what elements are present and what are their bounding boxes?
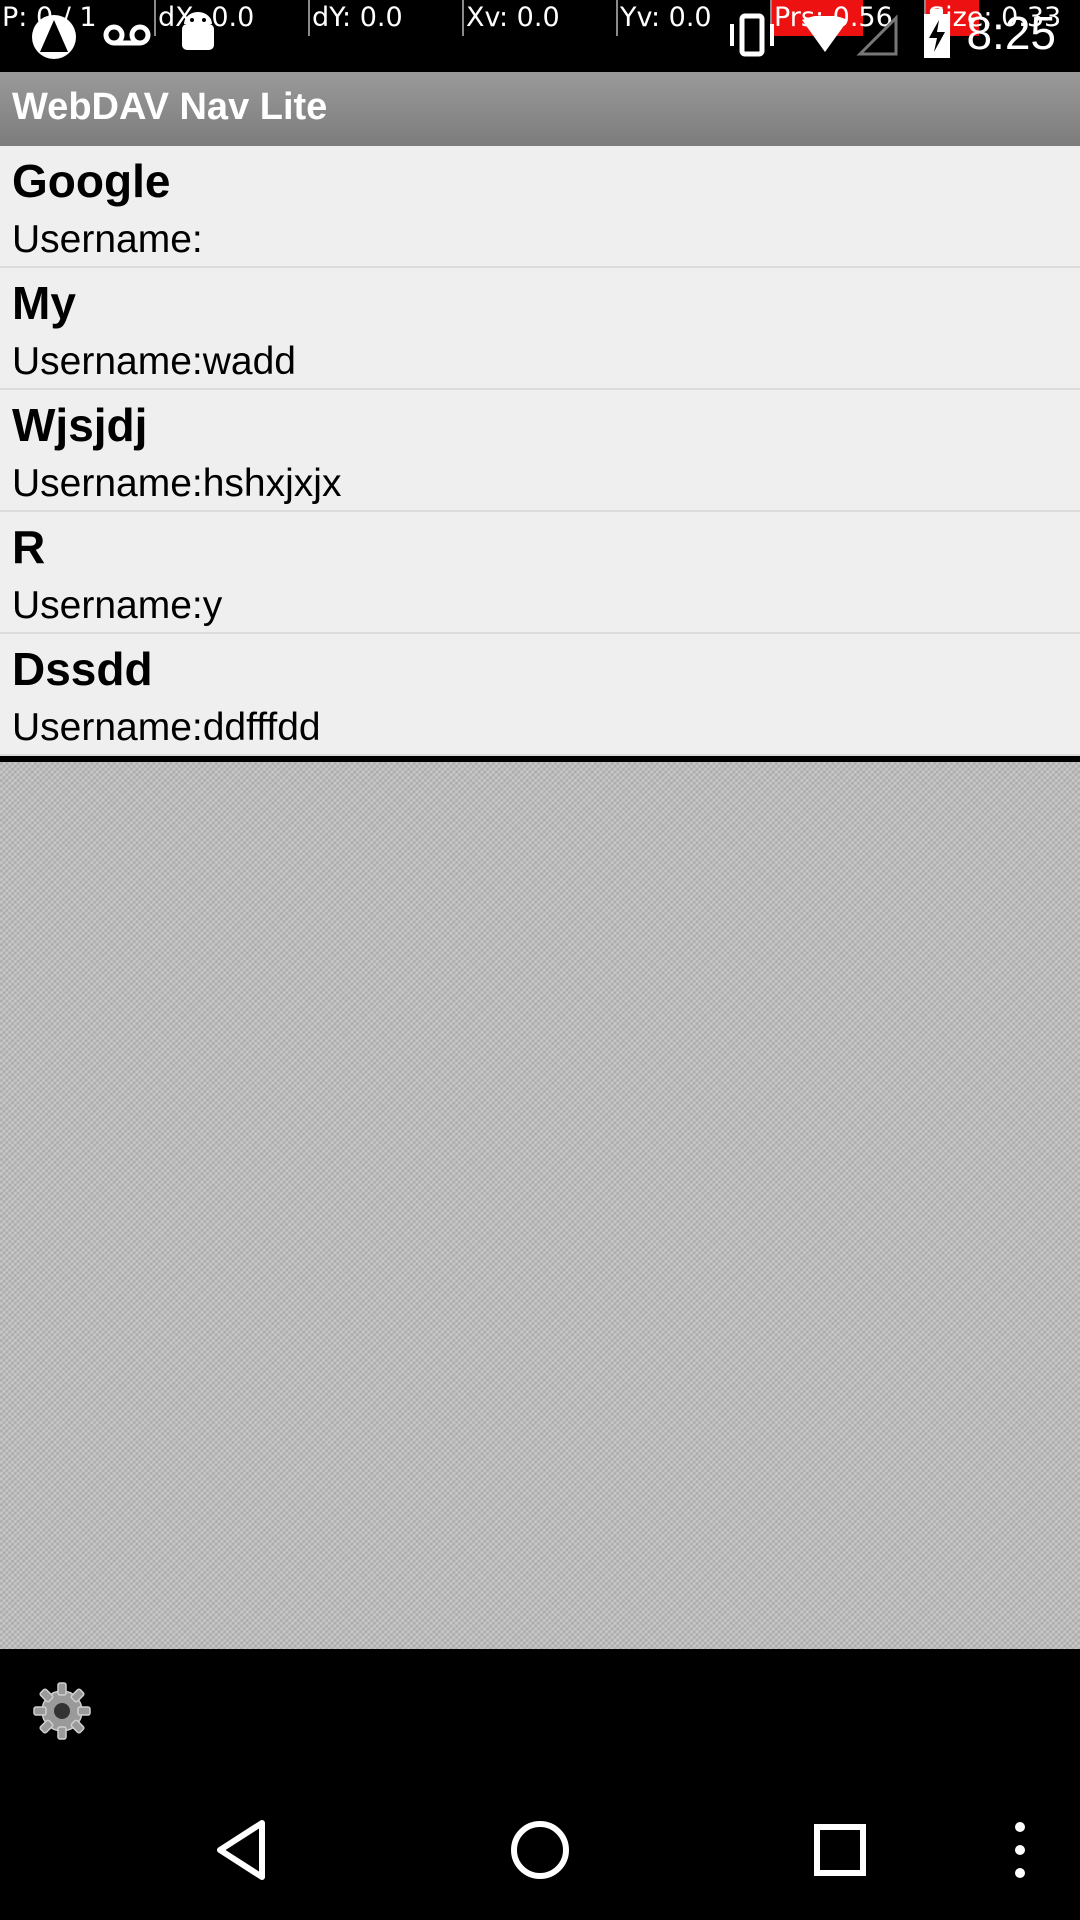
server-username: Username:hshxjxjx xyxy=(12,462,342,505)
server-name: Dssdd xyxy=(12,643,153,695)
debug-xv: Xv: 0.0 xyxy=(462,0,616,36)
server-name: Google xyxy=(12,155,171,207)
back-icon[interactable] xyxy=(210,1815,272,1885)
battery-charging-icon xyxy=(924,9,950,58)
server-name: Wjsjdj xyxy=(12,399,148,451)
server-username: Username:wadd xyxy=(12,340,296,383)
server-username: Username: xyxy=(12,218,203,261)
list-item[interactable]: Google Username: xyxy=(0,146,1080,268)
server-name: My xyxy=(12,277,76,329)
list-item[interactable]: R Username:y xyxy=(0,512,1080,634)
status-bar: P: 0 / 1 dX: 0.0 dY: 0.0 Xv: 0.0 Yv: 0.0… xyxy=(0,0,1080,72)
list-item[interactable]: Dssdd Username:ddfffdd xyxy=(0,634,1080,756)
navigation-bar xyxy=(0,1779,1080,1920)
pointer-debug-bar: P: 0 / 1 dX: 0.0 dY: 0.0 Xv: 0.0 Yv: 0.0… xyxy=(0,0,1080,36)
server-username: Username:ddfffdd xyxy=(12,706,321,749)
android-icon xyxy=(182,12,214,50)
server-name: R xyxy=(12,521,46,573)
server-list: Google Username: My Username:wadd Wjsjdj… xyxy=(0,146,1080,756)
signal-icon xyxy=(856,14,898,56)
gear-icon[interactable] xyxy=(30,1679,94,1743)
recents-icon[interactable] xyxy=(810,1815,870,1885)
app-title-bar: WebDAV Nav Lite xyxy=(0,72,1080,146)
list-background xyxy=(0,762,1080,1649)
server-username: Username:y xyxy=(12,584,223,627)
vibrate-icon xyxy=(730,13,774,57)
wifi-icon xyxy=(802,16,848,52)
list-item[interactable]: Wjsjdj Username:hshxjxjx xyxy=(0,390,1080,512)
bottom-action-bar xyxy=(0,1649,1080,1779)
clock: 8:25 xyxy=(966,7,1056,59)
debug-dy: dY: 0.0 xyxy=(308,0,462,36)
list-item[interactable]: My Username:wadd xyxy=(0,268,1080,390)
overflow-menu-icon[interactable] xyxy=(1008,1815,1032,1885)
home-icon[interactable] xyxy=(508,1815,572,1885)
app-title: WebDAV Nav Lite xyxy=(12,86,328,128)
voicemail-icon xyxy=(103,24,151,46)
app-icon xyxy=(32,15,76,59)
